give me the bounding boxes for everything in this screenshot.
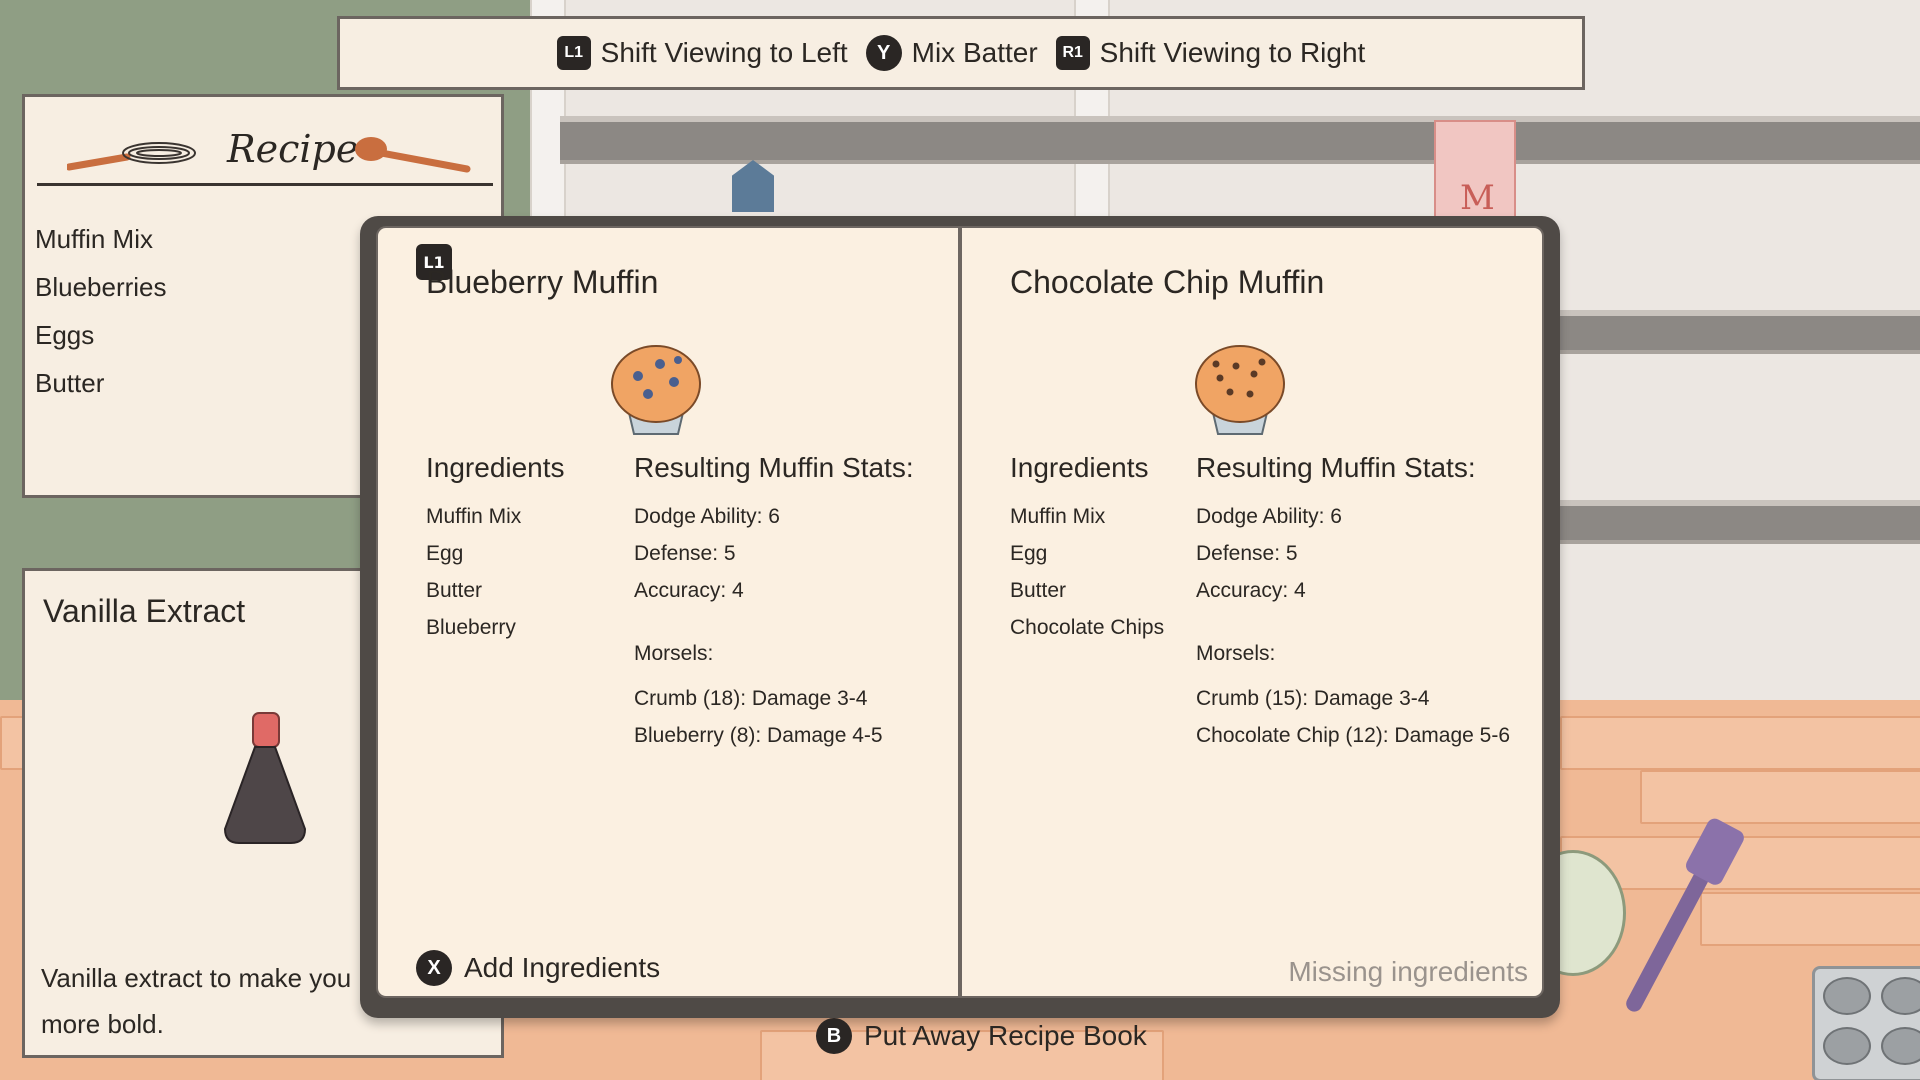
milk-carton[interactable]: M [1434,120,1516,224]
recipe-book: L1 Blueberry Muffin Ingredients Muffin M… [360,216,1560,1018]
ingredient-item: Egg [426,542,464,565]
ingredient-item: Chocolate Chips [1010,616,1165,639]
stat-item: Dodge Ability: 6 [1196,505,1342,528]
stat-item: Dodge Ability: 6 [634,505,780,528]
stat-item: Accuracy: 4 [634,579,744,602]
add-ingredients-button[interactable]: X Add Ingredients [416,950,660,986]
spoon-icon [355,137,471,173]
stats-list: Dodge Ability: 6 Defense: 5 Accuracy: 4 [1196,498,1342,609]
morsel-item: Crumb (15): Damage 3-4 [1196,687,1430,710]
chocolate-chip-muffin-icon [1195,345,1285,435]
ingredients-heading: Ingredients [1010,452,1149,483]
recipe-item: Muffin Mix [35,224,153,254]
morsels-heading: Morsels: [1196,642,1276,665]
l1-button-icon: L1 [556,36,591,70]
muffin-tin[interactable] [1812,966,1920,1080]
blueberry-muffin-icon [611,345,701,435]
whisk-icon [67,142,196,171]
morsels-heading: Morsels: [634,642,714,665]
recipe-item: Butter [35,368,105,398]
shelf [1560,310,1920,354]
add-ingredients-label: Add Ingredients [464,952,661,983]
ingredients-heading: Ingredients [426,452,565,483]
ingredient-title: Vanilla Extract [43,593,246,629]
missing-ingredients-status: Missing ingredients [1288,956,1528,987]
recipe-title: Recipe [227,127,359,171]
stat-item: Defense: 5 [1196,542,1298,565]
counter-plank [1560,716,1920,770]
shift-right-hint[interactable]: R1 Shift Viewing to Right [1055,36,1366,70]
b-button-icon: B [816,1018,852,1054]
mix-batter-hint[interactable]: Y Mix Batter [865,35,1038,71]
recipe-ingredient-list: Muffin Mix Blueberries Eggs Butter [35,215,167,407]
stats-heading: Resulting Muffin Stats: [634,452,914,483]
ingredient-item: Butter [1010,579,1067,602]
muffin-name: Chocolate Chip Muffin [1010,264,1325,300]
recipe-item: Blueberries [35,272,167,302]
morsel-item: Crumb (18): Damage 3-4 [634,687,868,710]
ingredient-item: Butter [426,579,483,602]
morsels-list: Crumb (18): Damage 3-4 Blueberry (8): Da… [634,680,883,754]
ingredient-item: Muffin Mix [1010,505,1106,528]
morsel-item: Chocolate Chip (12): Damage 5-6 [1196,724,1510,747]
ingredient-item: Egg [1010,542,1048,565]
vanilla-bottle-icon [223,712,307,844]
y-button-icon: Y [865,35,902,71]
shift-right-label: Shift Viewing to Right [1099,37,1366,68]
stat-item: Defense: 5 [634,542,736,565]
recipe-header: Recipe [37,127,493,186]
ingredient-item: Blueberry [426,616,516,639]
mix-batter-label: Mix Batter [911,37,1038,68]
counter-plank [1700,892,1920,946]
ingredients-list: Muffin Mix Egg Butter Blueberry [426,498,521,646]
shift-left-hint[interactable]: L1 Shift Viewing to Left [556,36,848,70]
put-away-label: Put Away Recipe Book [864,1020,1147,1051]
book-page-right[interactable]: Chocolate Chip Muffin Ingredients Muffin… [960,226,1544,998]
morsels-list: Crumb (15): Damage 3-4 Chocolate Chip (1… [1196,680,1510,754]
r1-button-icon: R1 [1055,36,1090,70]
ingredient-item: Muffin Mix [426,505,522,528]
book-page-left[interactable]: L1 Blueberry Muffin Ingredients Muffin M… [376,226,960,998]
morsel-item: Blueberry (8): Damage 4-5 [634,724,883,747]
ingredients-list: Muffin Mix Egg Butter Chocolate Chips [1010,498,1164,646]
counter-plank [0,716,24,770]
shelf [1560,500,1920,544]
shift-left-label: Shift Viewing to Left [600,37,848,68]
stats-list: Dodge Ability: 6 Defense: 5 Accuracy: 4 [634,498,780,609]
stats-heading: Resulting Muffin Stats: [1196,452,1476,483]
recipe-item: Eggs [35,320,95,350]
milk-carton-letter: M [1460,178,1495,218]
shelf [560,116,1920,164]
x-button-icon: X [416,950,452,986]
counter-plank [1640,770,1920,824]
put-away-recipe-book-button[interactable]: B Put Away Recipe Book [816,1018,1147,1054]
muffin-name: Blueberry Muffin [426,264,659,300]
ingredient-description: Vanilla extract to make you more bold. [41,963,352,1039]
control-hints-bar: L1 Shift Viewing to Left Y Mix Batter R1… [337,16,1585,90]
stat-item: Accuracy: 4 [1196,579,1306,602]
